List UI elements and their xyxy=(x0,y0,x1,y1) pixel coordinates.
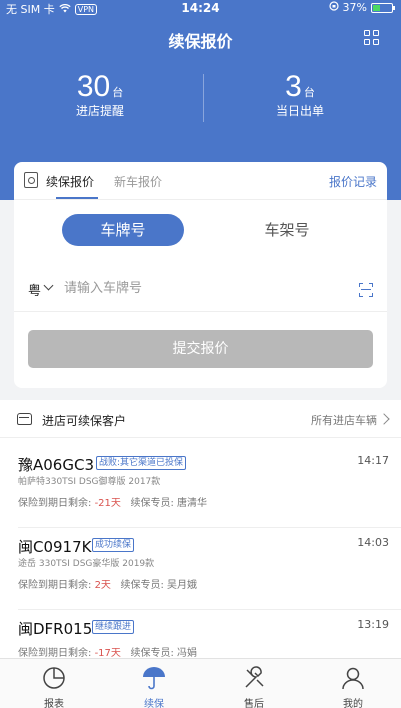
stat-unit: 台 xyxy=(112,86,124,99)
battery-icon xyxy=(371,2,395,13)
item-model: 途岳 330TSI DSG豪华版 2019款 xyxy=(18,559,155,569)
days-remaining: -17天 xyxy=(94,648,121,658)
quote-doc-icon xyxy=(24,172,38,188)
tab-reports[interactable]: 报表 xyxy=(14,659,94,708)
tab-new-car-quote[interactable]: 新车报价 xyxy=(114,173,162,190)
status-badge: 成功续保 xyxy=(92,538,135,552)
province-selector[interactable]: 粤 xyxy=(28,280,41,299)
segment-plate-number[interactable]: 车牌号 xyxy=(62,214,184,246)
item-meta: 保险到期日剩余: 2天 续保专员: 吴月娥 xyxy=(18,576,197,591)
item-plate: 闽DFR015 xyxy=(18,620,93,638)
list-item[interactable]: 豫A06GC3 战败:其它渠道已投保 14:17 帕萨特330TSI DSG御尊… xyxy=(0,446,401,528)
rotation-lock-icon xyxy=(328,1,339,14)
scan-icon[interactable] xyxy=(359,283,373,297)
item-time: 14:17 xyxy=(357,454,389,467)
item-meta: 保险到期日剩余: -21天 续保专员: 唐清华 xyxy=(18,494,207,509)
all-vehicles-link[interactable]: 所有进店车辆 xyxy=(311,412,377,428)
item-time: 13:19 xyxy=(357,618,389,631)
car-icon xyxy=(17,413,32,425)
active-tab-indicator xyxy=(56,197,98,199)
tab-after-sales[interactable]: 售后 xyxy=(214,659,294,708)
days-prefix: 保险到期日剩余: xyxy=(18,498,95,509)
battery-percent: 37% xyxy=(342,1,367,14)
stats-panel: 30 台 进店提醒 3台 当日出单 xyxy=(0,70,401,130)
tab-renewal-quote[interactable]: 续保报价 xyxy=(46,173,94,190)
stat-unit: 台 xyxy=(303,86,315,99)
item-plate: 闽C0917K xyxy=(18,538,92,556)
page-title: 续保报价 xyxy=(168,32,233,51)
stat-daily-orders[interactable]: 3台 当日出单 xyxy=(200,70,400,119)
quote-tabs: 续保报价 新车报价 报价记录 xyxy=(14,162,387,200)
bottom-tab-bar: 报表 续保 售后 我的 xyxy=(0,658,401,708)
tab-label: 报表 xyxy=(44,699,64,708)
user-icon xyxy=(342,667,364,690)
umbrella-icon xyxy=(143,667,165,690)
quote-card: 续保报价 新车报价 报价记录 车牌号 车架号 粤 提交报价 xyxy=(14,162,387,388)
item-time: 14:03 xyxy=(357,536,389,549)
specialist: 续保专员: 冯娟 xyxy=(130,648,198,658)
tab-mine[interactable]: 我的 xyxy=(313,659,393,708)
chevron-right-icon[interactable] xyxy=(378,413,390,425)
tab-label: 我的 xyxy=(343,699,363,708)
segment-vin[interactable]: 车架号 xyxy=(226,214,348,246)
list-item[interactable]: 闽C0917K 成功续保 14:03 途岳 330TSI DSG豪华版 2019… xyxy=(0,528,401,610)
tab-label: 售后 xyxy=(244,699,264,708)
specialist: 续保专员: 唐清华 xyxy=(130,498,208,509)
status-badge: 继续跟进 xyxy=(92,620,135,634)
chevron-down-icon[interactable] xyxy=(43,280,54,291)
days-prefix: 保险到期日剩余: xyxy=(18,580,95,591)
status-bar: 无 SIM 卡 VPN 14:24 37% xyxy=(0,0,401,16)
grid-icon[interactable] xyxy=(364,30,379,45)
item-model: 帕萨特330TSI DSG御尊版 2017款 xyxy=(18,477,161,487)
specialist: 续保专员: 吴月娥 xyxy=(120,580,198,591)
days-prefix: 保险到期日剩余: xyxy=(18,648,95,658)
item-plate: 豫A06GC3 xyxy=(18,456,94,474)
stat-value: 3 xyxy=(285,70,302,103)
status-badge: 战败:其它渠道已投保 xyxy=(96,456,187,470)
stat-label: 进店提醒 xyxy=(75,104,124,118)
stat-label: 当日出单 xyxy=(275,104,324,118)
plate-input-row: 粤 xyxy=(14,268,387,312)
customer-list-header: 进店可续保客户 所有进店车辆 xyxy=(0,400,401,438)
customer-list-title: 进店可续保客户 xyxy=(42,414,127,428)
stat-store-reminder[interactable]: 30 台 进店提醒 xyxy=(0,70,200,119)
stat-value: 30 xyxy=(76,70,111,103)
status-right: 37% xyxy=(328,1,395,14)
pie-chart-icon xyxy=(43,667,65,689)
tab-label: 续保 xyxy=(144,699,164,708)
plate-number-input[interactable] xyxy=(64,277,344,299)
days-remaining: -21天 xyxy=(94,498,121,509)
days-remaining: 2天 xyxy=(94,580,111,591)
quote-history-link[interactable]: 报价记录 xyxy=(329,173,377,190)
tab-renewal[interactable]: 续保 xyxy=(114,659,194,708)
list-item[interactable]: 闽DFR015 继续跟进 13:19 保险到期日剩余: -17天 续保专员: 冯… xyxy=(0,610,401,658)
wrench-icon xyxy=(245,666,264,688)
submit-quote-button[interactable]: 提交报价 xyxy=(28,330,373,368)
customer-list: 进店可续保客户 所有进店车辆 豫A06GC3 战败:其它渠道已投保 14:17 … xyxy=(0,400,401,658)
item-meta: 保险到期日剩余: -17天 续保专员: 冯娟 xyxy=(18,644,197,658)
